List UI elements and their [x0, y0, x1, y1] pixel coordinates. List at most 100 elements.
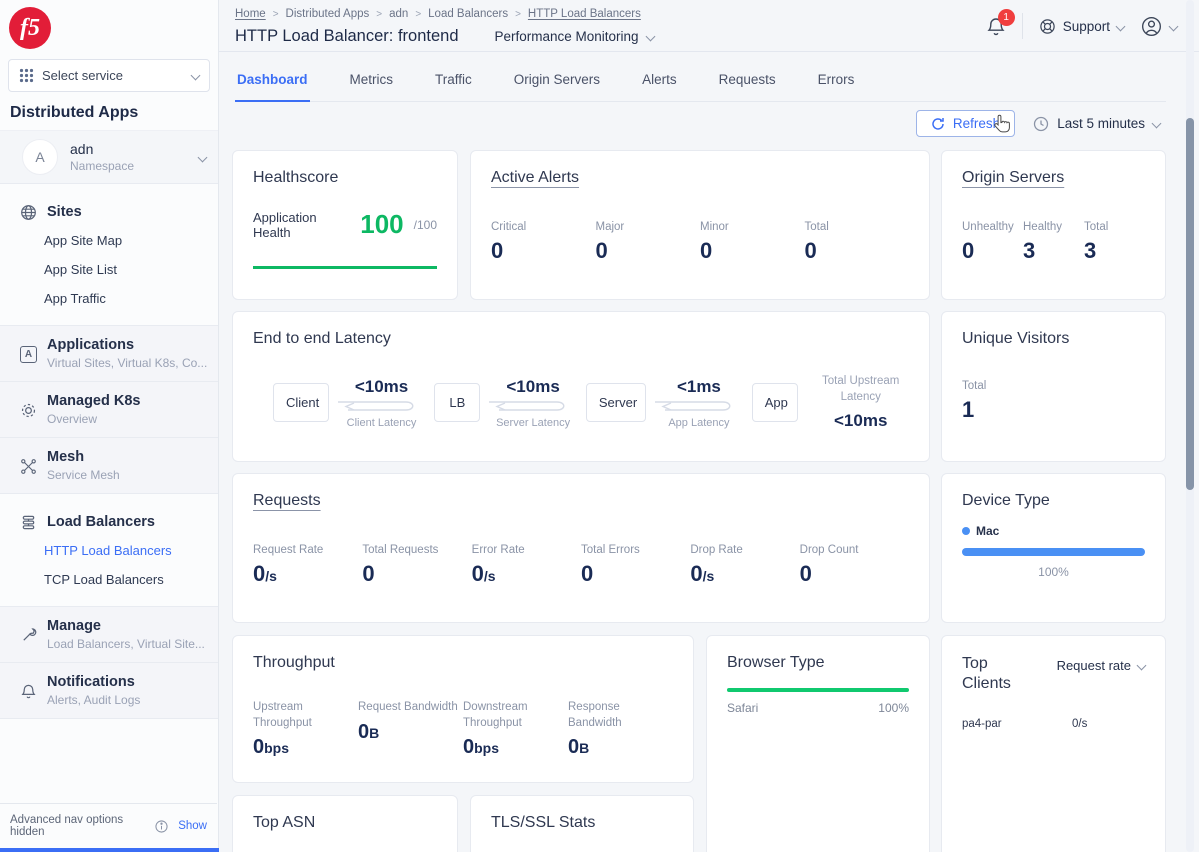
metric-value: 0	[491, 238, 596, 264]
metric-label: Unhealthy	[962, 221, 1023, 233]
latency-value: <10ms	[355, 377, 408, 397]
breadcrumb-separator: >	[376, 9, 382, 20]
sidebar-item-mesh[interactable]: Mesh Service Mesh	[0, 438, 218, 494]
apps-grid-icon	[19, 68, 34, 83]
namespace-selector[interactable]: A adn Namespace	[0, 130, 218, 184]
sidebar-item-app-site-map[interactable]: App Site Map	[0, 226, 218, 255]
browser-percent: 100%	[878, 701, 909, 715]
breadcrumb-separator: >	[415, 9, 421, 20]
tab-metrics[interactable]: Metrics	[348, 68, 396, 101]
sidebar-item-app-site-list[interactable]: App Site List	[0, 255, 218, 284]
metric-label: Total Requests	[362, 544, 471, 556]
account-menu[interactable]	[1140, 15, 1177, 38]
chevron-down-icon	[1169, 21, 1179, 31]
sidebar-item-sites[interactable]: Sites	[0, 198, 218, 226]
wrench-icon	[20, 620, 37, 651]
total-latency-label: Total Upstream Latency	[812, 374, 909, 405]
double-arrow-icon	[334, 397, 430, 415]
sidebar-item-applications[interactable]: A Applications Virtual Sites, Virtual K8…	[0, 326, 218, 382]
breadcrumb-http-load-balancers[interactable]: HTTP Load Balancers	[528, 8, 641, 20]
info-icon[interactable]	[155, 820, 168, 833]
application-health-value: 100	[360, 209, 403, 240]
latency-hop-client: <10ms Client Latency	[329, 377, 435, 429]
sidebar-item-load-balancers[interactable]: Load Balancers	[0, 508, 218, 536]
latency-hop-server: <10ms Server Latency	[480, 377, 586, 429]
breadcrumb-load-balancers[interactable]: Load Balancers	[428, 8, 508, 20]
select-service-dropdown[interactable]: Select service	[8, 59, 210, 92]
sidebar-item-label: Managed K8s	[47, 393, 140, 409]
latency-hop-app: <1ms App Latency	[646, 377, 752, 429]
card-title-link[interactable]: Active Alerts	[491, 169, 909, 187]
chevron-down-icon	[1137, 661, 1147, 671]
metric-value: 3	[1023, 238, 1084, 264]
metric-value: 3	[1084, 238, 1145, 264]
sidebar-item-label: Mesh	[47, 449, 120, 465]
double-arrow-icon	[485, 397, 581, 415]
show-advanced-nav-link[interactable]: Show	[178, 820, 207, 832]
monitoring-mode-dropdown[interactable]: Performance Monitoring	[495, 29, 654, 44]
tab-errors[interactable]: Errors	[816, 68, 857, 101]
sidebar-section-sites: Sites App Site Map App Site List App Tra…	[0, 184, 218, 326]
application-health-label: Application Health	[253, 210, 350, 240]
page-scrollbar[interactable]	[1186, 0, 1194, 852]
metric-label: Total Errors	[581, 544, 690, 556]
mouse-cursor	[993, 114, 1010, 134]
metric-value: 1	[962, 397, 1145, 423]
tab-dashboard[interactable]: Dashboard	[235, 68, 310, 102]
breadcrumb-separator: >	[515, 9, 521, 20]
device-type-bar	[962, 548, 1145, 556]
card-title: Top ASN	[253, 814, 437, 832]
card-title-link[interactable]: Requests	[253, 492, 909, 510]
breadcrumb-home[interactable]: Home	[235, 8, 266, 20]
sidebar-item-label: Applications	[47, 337, 207, 353]
card-title: Throughput	[253, 654, 673, 672]
latency-node-lb: LB	[434, 383, 480, 422]
sidebar-item-label: Sites	[47, 204, 82, 220]
tls-ssl-stats-card: TLS/SSL Stats	[470, 795, 694, 852]
tab-alerts[interactable]: Alerts	[640, 68, 679, 101]
card-title-link[interactable]: Origin Servers	[962, 169, 1145, 187]
metric-healthy: Healthy 3	[1023, 221, 1084, 264]
double-arrow-icon	[651, 397, 747, 415]
f5-logo[interactable]: f5	[9, 7, 51, 49]
sidebar-item-manage[interactable]: Manage Load Balancers, Virtual Site...	[0, 607, 218, 663]
metric-value: 0	[700, 238, 805, 264]
sidebar-item-subtitle: Load Balancers, Virtual Site...	[47, 637, 205, 651]
sidebar-item-app-traffic[interactable]: App Traffic	[0, 284, 218, 313]
sidebar: f5 Select service Distributed Apps A adn…	[0, 0, 219, 852]
throughput-card: Throughput Upstream Throughput 0bps Requ…	[232, 635, 694, 783]
card-title: Unique Visitors	[962, 330, 1145, 348]
notifications-bell-button[interactable]: 1	[986, 16, 1006, 37]
metric-label: Total	[962, 380, 1145, 392]
scrollbar-thumb[interactable]	[1186, 118, 1194, 490]
time-range-dropdown[interactable]: Last 5 minutes	[1033, 116, 1160, 132]
logo-row: f5	[0, 0, 218, 49]
application-health-max: /100	[414, 218, 437, 232]
mesh-icon	[20, 451, 37, 482]
metric-label: Total	[1084, 221, 1145, 233]
tab-origin-servers[interactable]: Origin Servers	[512, 68, 602, 101]
metric-unhealthy: Unhealthy 0	[962, 221, 1023, 264]
latency-label: App Latency	[668, 417, 729, 429]
tab-requests[interactable]: Requests	[717, 68, 778, 101]
browser-label: Safari	[727, 701, 758, 715]
tab-traffic[interactable]: Traffic	[433, 68, 474, 101]
client-name: pa4-par	[962, 718, 1072, 730]
top-clients-sort-dropdown[interactable]: Request rate	[1057, 658, 1145, 673]
page: f5 Select service Distributed Apps A adn…	[0, 0, 1199, 852]
sidebar-heading: Distributed Apps	[10, 104, 218, 122]
metric-total-requests: Total Requests 0	[362, 544, 471, 587]
sidebar-item-notifications[interactable]: Notifications Alerts, Audit Logs	[0, 663, 218, 719]
breadcrumb-distributed-apps[interactable]: Distributed Apps	[286, 8, 370, 20]
breadcrumb-adn[interactable]: adn	[389, 8, 408, 20]
metric-major: Major 0	[596, 221, 701, 264]
monitoring-mode-label: Performance Monitoring	[495, 29, 639, 44]
support-menu[interactable]: Support	[1039, 18, 1124, 35]
client-value: 0/s	[1072, 718, 1087, 730]
sidebar-item-http-load-balancers[interactable]: HTTP Load Balancers	[0, 536, 218, 565]
healthscore-bar	[253, 266, 437, 269]
metric-minor: Minor 0	[700, 221, 805, 264]
sidebar-item-tcp-load-balancers[interactable]: TCP Load Balancers	[0, 565, 218, 594]
gear-icon	[20, 395, 37, 426]
sidebar-item-managed-k8s[interactable]: Managed K8s Overview	[0, 382, 218, 438]
